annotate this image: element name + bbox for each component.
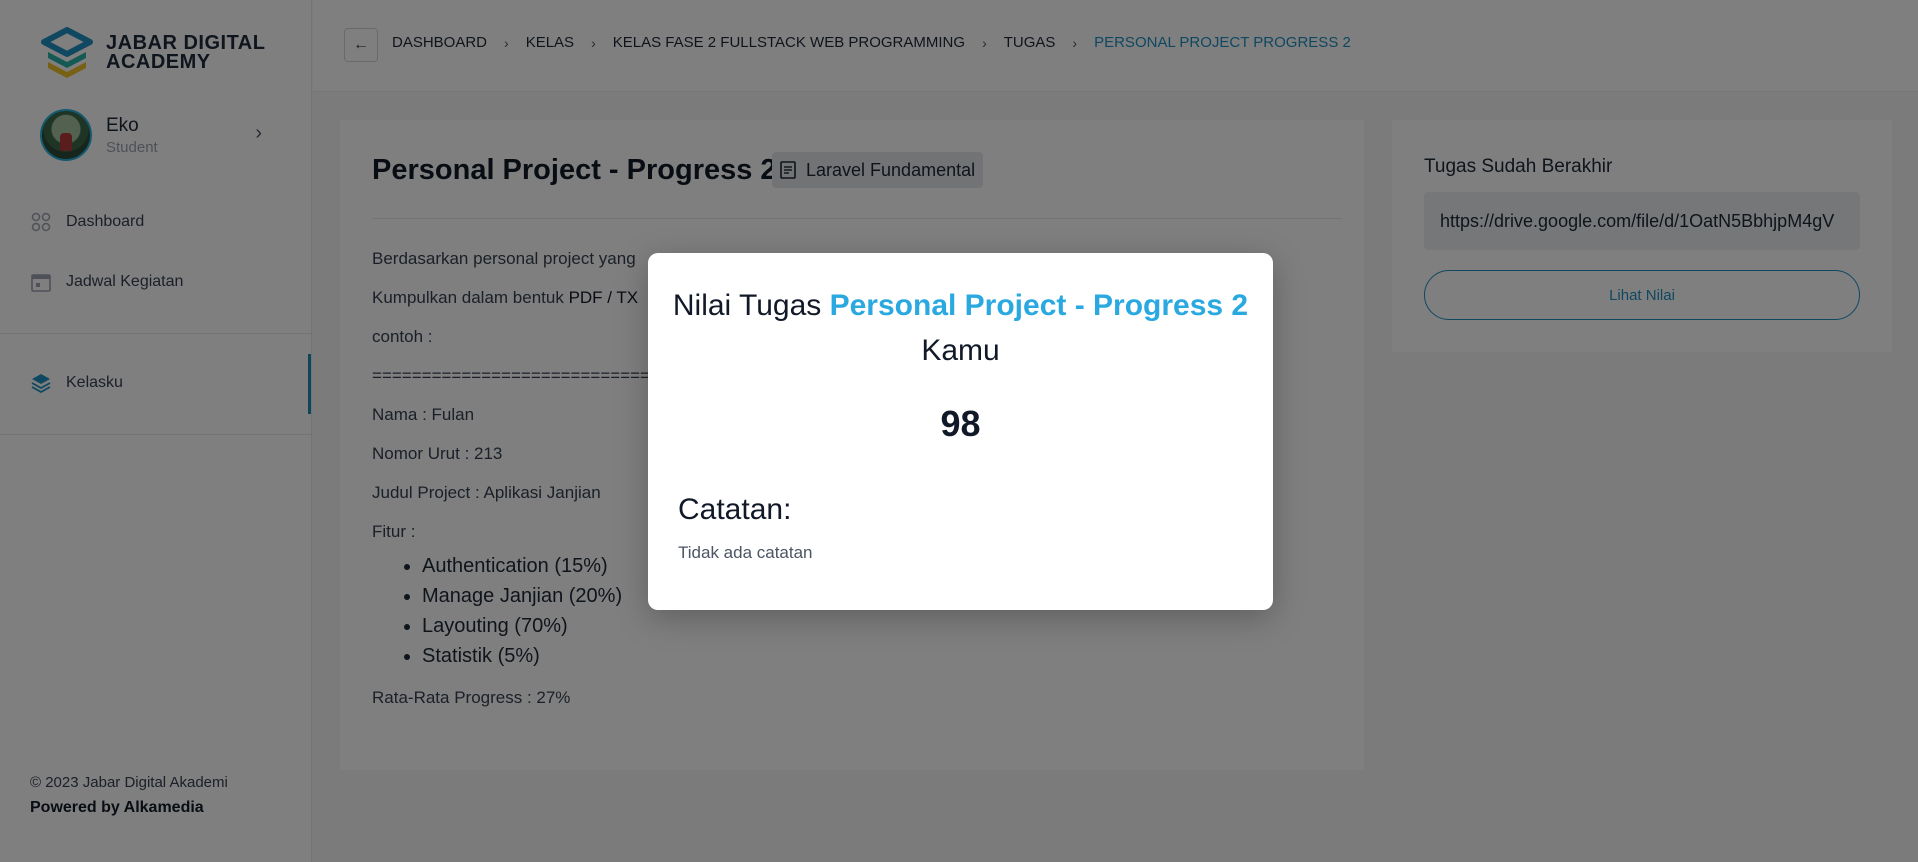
- score-modal: Nilai Tugas Personal Project - Progress …: [648, 253, 1273, 610]
- modal-title-prefix: Nilai Tugas: [672, 289, 830, 322]
- notes-text: Tidak ada catatan: [678, 543, 813, 562]
- modal-title-assignment: Personal Project - Progress 2: [829, 289, 1249, 322]
- notes-heading: Catatan:: [678, 493, 792, 526]
- modal-title: Nilai Tugas Personal Project - Progress …: [648, 283, 1273, 373]
- modal-title-suffix: Kamu: [921, 334, 1000, 367]
- score-value: 98: [940, 403, 981, 444]
